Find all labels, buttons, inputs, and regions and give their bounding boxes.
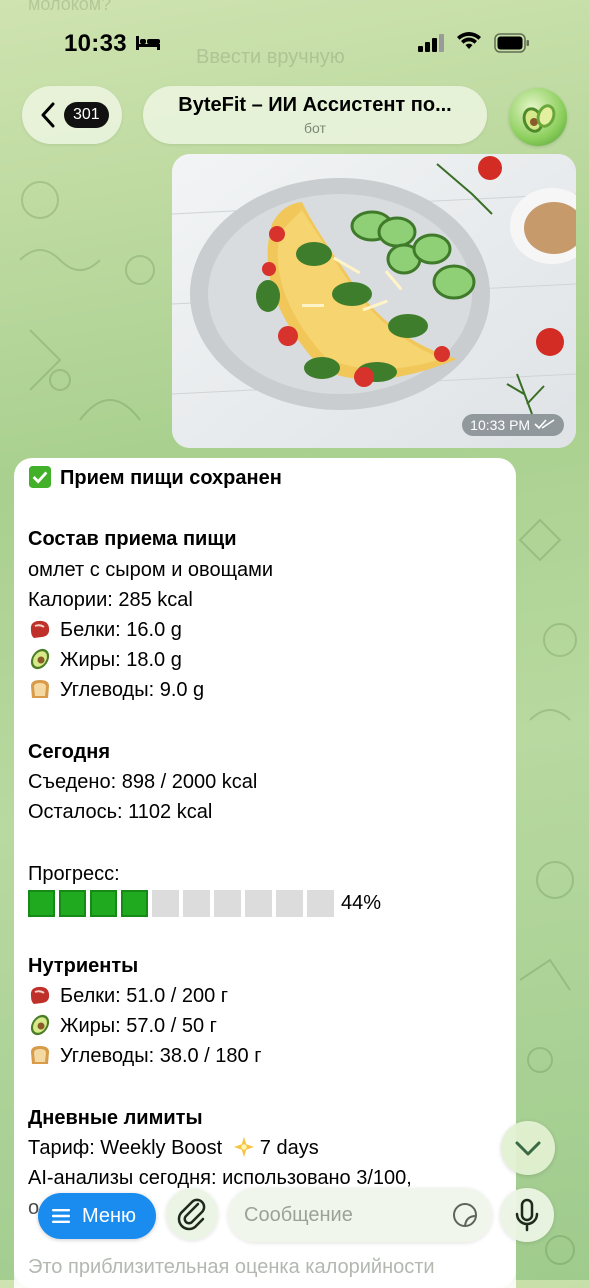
daily-carbs: Углеводы: 38.0 / 180 г (28, 1044, 262, 1068)
chat-subtitle: бот (304, 120, 326, 136)
daily-fat: Жиры: 57.0 / 50 г (28, 1014, 217, 1038)
composition-heading: Состав приема пищи (28, 528, 237, 550)
progress-cell-empty (214, 890, 241, 917)
battery-icon (494, 33, 529, 53)
meal-fat-text: Жиры: 18.0 g (60, 649, 182, 671)
progress-cell-filled (59, 890, 86, 917)
progress-percent: 44% (341, 892, 382, 914)
sparkle-star-icon (233, 1136, 254, 1158)
eaten-kcal: Съедено: 898 / 2000 kcal (28, 771, 258, 793)
status-bar: 10:33 (0, 0, 589, 84)
microphone-button[interactable] (500, 1188, 554, 1242)
bread-icon (31, 680, 49, 698)
avocado-avatar-icon (522, 104, 556, 133)
chat-title[interactable]: ByteFit – ИИ Ассистент по... бот (143, 86, 487, 144)
meat-icon (30, 620, 50, 638)
daily-protein-text: Белки: 51.0 / 200 г (60, 985, 229, 1007)
bot-avatar[interactable] (509, 88, 567, 146)
ai-usage: AI-анализы сегодня: использовано 3/100, (28, 1167, 412, 1189)
menu-label: Меню (82, 1205, 137, 1227)
omelette-photo-image (172, 154, 576, 448)
dish-name: омлет с сыром и овощами (28, 559, 274, 581)
chevron-down-icon (515, 1141, 541, 1156)
daily-protein: Белки: 51.0 / 200 г (28, 984, 228, 1008)
progress-cell-empty (307, 890, 334, 917)
message-input[interactable]: Сообщение (228, 1188, 492, 1242)
progress-cell-empty (152, 890, 179, 917)
scroll-down-button[interactable] (501, 1121, 555, 1175)
meal-protein-text: Белки: 16.0 g (60, 619, 182, 641)
progress-cell-filled (121, 890, 148, 917)
double-check-icon (534, 419, 555, 430)
progress-cell-empty (276, 890, 303, 917)
tariff-line: Тариф: Weekly Boost 7 days (28, 1136, 319, 1160)
status-time: 10:33 (64, 30, 127, 57)
progress-cell-empty (245, 890, 272, 917)
meal-calories: Калории: 285 kcal (28, 589, 193, 611)
meal-photo[interactable]: 10:33 PM (172, 154, 576, 448)
chat-title-text: ByteFit – ИИ Ассистент по... (178, 94, 452, 116)
remaining-kcal: Осталось: 1102 kcal (28, 801, 213, 823)
microphone-icon (515, 1198, 539, 1232)
check-mark-icon (29, 466, 51, 488)
chevron-left-icon (41, 102, 55, 128)
unread-count-badge: 301 (64, 102, 109, 128)
nutrients-heading: Нутриенты (28, 955, 139, 977)
meal-carbs-text: Углеводы: 9.0 g (60, 679, 205, 701)
tariff-duration: 7 days (259, 1137, 319, 1159)
meat-icon (30, 986, 50, 1004)
photo-timestamp-text: 10:33 PM (470, 417, 531, 433)
saved-line: Прием пищи сохранен (28, 466, 282, 490)
limits-heading: Дневные лимиты (28, 1107, 203, 1129)
photo-timestamp: 10:33 PM (462, 414, 564, 436)
today-heading: Сегодня (28, 741, 111, 763)
attach-button[interactable] (166, 1188, 218, 1240)
paperclip-icon (177, 1198, 206, 1231)
sticker-icon[interactable] (452, 1202, 478, 1228)
cellular-signal-icon (418, 34, 444, 52)
saved-text: Прием пищи сохранен (60, 467, 282, 489)
progress-label: Прогресс: (28, 863, 120, 885)
disclaimer-text: Это приблизительная оценка калорийности (28, 1256, 435, 1278)
avocado-icon (30, 1014, 50, 1036)
meal-protein: Белки: 16.0 g (28, 618, 182, 642)
message-placeholder: Сообщение (244, 1204, 353, 1226)
menu-icon (52, 1209, 70, 1223)
menu-button[interactable]: Меню (38, 1193, 156, 1239)
sleep-mode-icon (136, 36, 160, 50)
progress-cell-filled (90, 890, 117, 917)
progress-cell-empty (183, 890, 210, 917)
tariff-name: Тариф: Weekly Boost (28, 1137, 223, 1159)
bot-message: Прием пищи сохранен Состав приема пищи о… (14, 458, 516, 1288)
progress-cell-filled (28, 890, 55, 917)
daily-carbs-text: Углеводы: 38.0 / 180 г (60, 1045, 262, 1067)
bread-icon (31, 1046, 49, 1064)
wifi-icon (457, 32, 481, 49)
back-button[interactable]: 301 (22, 86, 122, 144)
meal-carbs: Углеводы: 9.0 g (28, 678, 204, 702)
meal-fat: Жиры: 18.0 g (28, 648, 182, 672)
daily-fat-text: Жиры: 57.0 / 50 г (60, 1015, 217, 1037)
avocado-icon (30, 648, 50, 670)
